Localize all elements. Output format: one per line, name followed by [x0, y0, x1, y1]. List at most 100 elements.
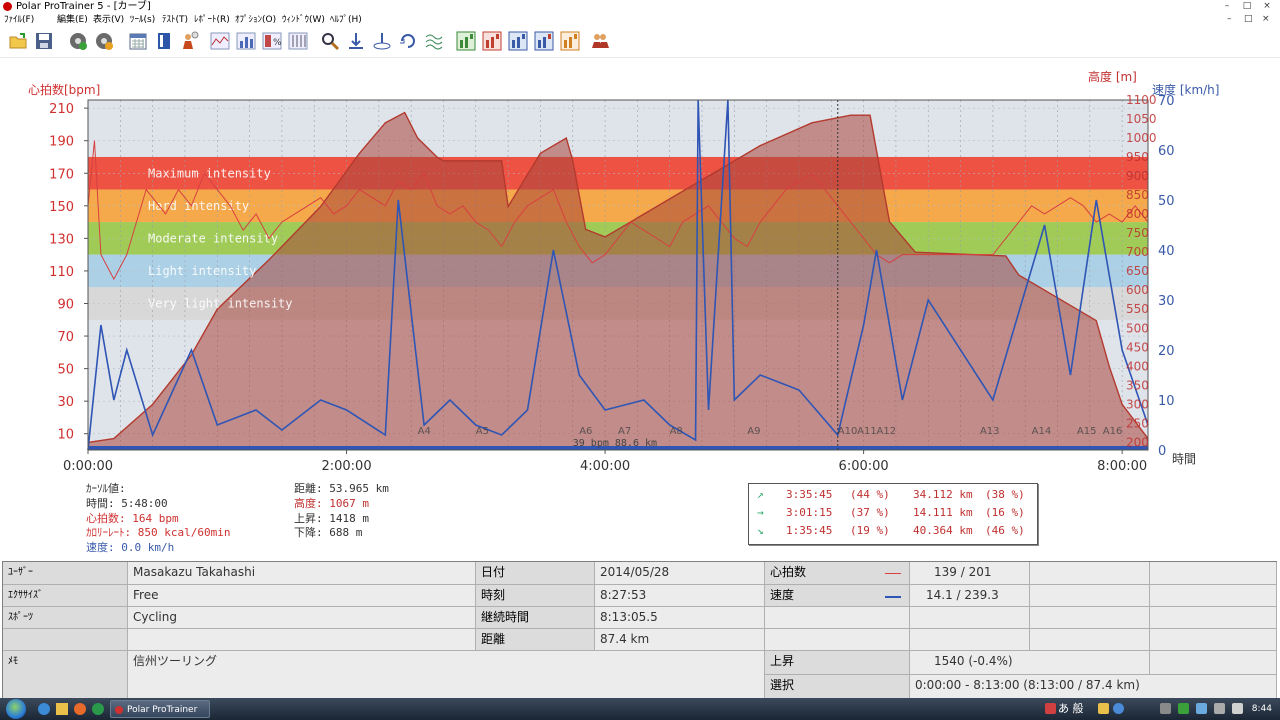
bar-chart-icon[interactable]	[236, 31, 256, 51]
quick-launch-chrome-icon[interactable]	[92, 703, 104, 715]
menu-test[interactable]: ﾃｽﾄ(T)	[162, 13, 188, 27]
hr-label: 心拍数	[765, 562, 910, 585]
sport-label: ｽﾎﾟｰﾂ	[3, 607, 128, 629]
zoom-icon[interactable]	[320, 31, 340, 51]
tray-polar-icon[interactable]	[1045, 703, 1056, 714]
tray-device-icon[interactable]	[1214, 703, 1225, 714]
tray-flag-icon[interactable]	[1232, 703, 1243, 714]
lap-marker: A16	[1103, 426, 1123, 437]
columns-icon[interactable]	[288, 31, 308, 51]
report-3-icon[interactable]	[508, 31, 528, 51]
flat-distance-pct: (16 %)	[985, 506, 1025, 519]
open-icon[interactable]	[8, 31, 28, 51]
hr-label-text: 心拍数	[770, 565, 807, 579]
ime-indicator[interactable]: あ 般	[1058, 698, 1084, 720]
altitude-tick-label: 850	[1126, 188, 1149, 202]
close-button[interactable]: ×	[1260, 1, 1274, 12]
speed-tick-label: 40	[1158, 244, 1175, 259]
save-icon[interactable]	[34, 31, 54, 51]
speed-line-legend	[885, 596, 901, 598]
altitude-tick-label: 750	[1126, 226, 1149, 240]
calendar-settings-icon[interactable]	[68, 31, 88, 51]
ascent-value: 1540 (-0.4%)	[910, 651, 1150, 675]
memo-value[interactable]: 信州ツーリング	[128, 651, 765, 699]
doc-close-button[interactable]: ×	[1262, 14, 1270, 24]
users-icon[interactable]	[590, 31, 610, 51]
menu-file[interactable]: ﾌｧｲﾙ(F)	[4, 13, 34, 27]
menu-edit[interactable]: 編集(E)	[57, 13, 88, 27]
zoom-in-icon[interactable]	[346, 31, 366, 51]
hr-tick-label: 90	[57, 297, 74, 312]
altitude-axis-label: 高度 [m]	[1088, 70, 1137, 84]
altitude-tick-label: 1000	[1126, 131, 1157, 145]
zoom-out-icon[interactable]	[372, 31, 392, 51]
date-label: 日付	[476, 562, 595, 585]
menu-help[interactable]: ﾍﾙﾌﾟ(H)	[330, 13, 362, 27]
calendar-icon[interactable]	[128, 31, 148, 51]
time-tick-label: 4:00:00	[580, 459, 630, 474]
doc-restore-button[interactable]: □	[1244, 14, 1253, 24]
empty-cell-r4a	[765, 629, 910, 651]
curve-icon[interactable]	[210, 31, 230, 51]
menu-report[interactable]: ﾚﾎﾟｰﾄ(R)	[194, 13, 230, 27]
memo-label: ﾒﾓ	[3, 651, 128, 699]
smooth-icon[interactable]	[424, 31, 444, 51]
menu-options[interactable]: ｵﾌﾟｼｮﾝ(O)	[235, 13, 276, 27]
taskbar-clock[interactable]: 8:44	[1252, 698, 1272, 720]
lap-marker: A9	[747, 426, 760, 437]
time-tick-label: 0:00:00	[63, 459, 113, 474]
hr-tick-label: 10	[57, 428, 74, 443]
tray-volume-icon[interactable]	[1196, 703, 1207, 714]
report-2-icon[interactable]	[482, 31, 502, 51]
report-1-icon[interactable]	[456, 31, 476, 51]
hr-extra-cell-2	[1150, 562, 1277, 585]
menu-view[interactable]: 表示(V)	[93, 13, 124, 27]
rotate-icon[interactable]	[398, 31, 418, 51]
polar-app-icon	[115, 706, 123, 714]
left-axis-label: 心拍数[bpm]	[28, 83, 101, 97]
lap-marker: A5	[476, 426, 489, 437]
cursor-altitude: 高度: 1067 m	[294, 497, 369, 510]
diary-icon[interactable]	[154, 31, 174, 51]
empty-cell-r4d	[1150, 629, 1277, 651]
selection-value: 0:00:00 - 8:13:00 (8:13:00 / 87.4 km)	[910, 675, 1277, 699]
taskbar-polar-button[interactable]: Polar ProTrainer 5...	[110, 700, 210, 718]
tray-network-icon[interactable]	[1160, 703, 1171, 714]
time-axis-label: 時間	[1172, 452, 1197, 466]
maximize-button[interactable]: □	[1240, 1, 1254, 12]
empty-cell-r3b	[910, 607, 1030, 629]
hr-tick-label: 150	[49, 200, 74, 215]
user-icon[interactable]	[180, 31, 200, 51]
lap-marker: A12	[877, 426, 897, 437]
start-button[interactable]	[6, 699, 26, 719]
time-tick-label: 2:00:00	[321, 459, 371, 474]
svg-text:%: %	[273, 38, 282, 48]
tray-ime-icon[interactable]	[1098, 703, 1109, 714]
quick-launch-explorer-icon[interactable]	[56, 703, 68, 715]
quick-launch-firefox-icon[interactable]	[74, 703, 86, 715]
sport-value: Cycling	[128, 607, 476, 629]
uphill-time-pct: (44 %)	[850, 488, 890, 501]
report-4-icon[interactable]	[534, 31, 554, 51]
exercise-settings-icon[interactable]	[94, 31, 114, 51]
menu-tools[interactable]: ﾂｰﾙ(s)	[130, 13, 155, 27]
percent-icon[interactable]: %	[262, 31, 282, 51]
altitude-tick-label: 950	[1126, 150, 1149, 164]
exercise-value: Free	[128, 585, 476, 607]
curve-chart[interactable]: Maximum intensity Hard intensity Moderate …	[0, 58, 1280, 560]
doc-minimize-button[interactable]: –	[1227, 14, 1232, 24]
user-value: Masakazu Takahashi	[128, 562, 476, 585]
quick-launch-ie-icon[interactable]	[38, 703, 50, 715]
report-5-icon[interactable]	[560, 31, 580, 51]
minimize-button[interactable]: –	[1220, 1, 1234, 12]
chart-svg[interactable]: Maximum intensityHard intensityModerate …	[0, 58, 1280, 560]
speed-tick-label: 10	[1158, 394, 1175, 409]
toolbar: %	[0, 27, 1280, 58]
date-value: 2014/05/28	[595, 562, 765, 585]
downhill-symbol: ↘	[757, 524, 764, 537]
tray-help-icon[interactable]	[1113, 703, 1124, 714]
duration-value: 8:13:05.5	[595, 607, 765, 629]
speed-extra-cell-2	[1150, 585, 1277, 607]
menu-window[interactable]: ｳｨﾝﾄﾞｳ(W)	[282, 13, 325, 27]
tray-battery-icon[interactable]	[1178, 703, 1189, 714]
